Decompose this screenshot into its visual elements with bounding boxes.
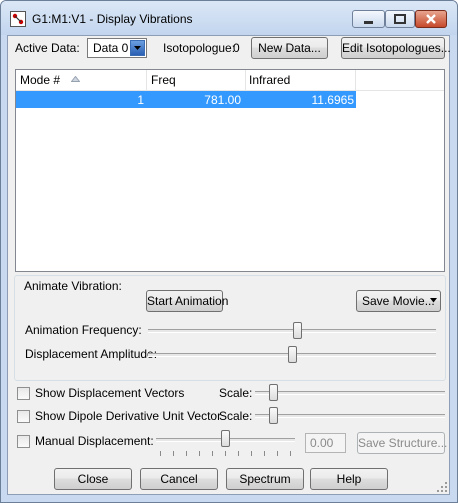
dropdown-arrow-icon xyxy=(430,298,437,303)
show-displacement-vectors-checkbox[interactable] xyxy=(17,387,30,400)
slider-tick xyxy=(160,451,161,456)
window-title: G1:M1:V1 - Display Vibrations xyxy=(32,12,193,26)
show-dipole-vector-label[interactable]: Show Dipole Derivative Unit Vector xyxy=(35,409,221,423)
maximize-icon xyxy=(394,14,406,24)
chevron-down-icon[interactable] xyxy=(130,40,145,56)
cancel-button[interactable]: Cancel xyxy=(140,468,218,490)
animation-frequency-label: Animation Frequency: xyxy=(25,323,142,337)
column-header-mode[interactable]: Mode # xyxy=(20,73,60,87)
app-icon xyxy=(10,11,26,27)
help-button[interactable]: Help xyxy=(310,468,388,490)
edit-isotopologues-button[interactable]: Edit Isotopologues... xyxy=(341,37,451,59)
active-data-select[interactable]: Data 0 xyxy=(87,38,147,58)
slider-tick xyxy=(264,451,265,456)
slider-tick xyxy=(277,451,278,456)
new-data-button[interactable]: New Data... xyxy=(251,37,328,59)
resize-grip-icon[interactable] xyxy=(437,482,447,492)
close-button[interactable]: Close xyxy=(54,468,132,490)
isotopologue-value: 0 xyxy=(233,41,240,55)
active-data-value: Data 0 xyxy=(93,41,129,55)
active-data-label: Active Data: xyxy=(15,41,80,55)
slider-tick xyxy=(186,451,187,456)
column-header-freq[interactable]: Freq xyxy=(151,73,176,87)
cell-mode: 1 xyxy=(137,93,144,107)
slider-tick xyxy=(173,451,174,456)
dipole-scale-slider[interactable] xyxy=(269,407,279,424)
title-bar[interactable]: G1:M1:V1 - Display Vibrations xyxy=(1,1,457,35)
displacement-amplitude-slider[interactable] xyxy=(287,346,297,363)
slider-tick xyxy=(212,451,213,456)
slider-tick xyxy=(290,451,291,456)
dipole-scale-track[interactable] xyxy=(255,414,445,418)
table-header: Mode # Freq Infrared xyxy=(16,70,444,91)
slider-tick xyxy=(251,451,252,456)
vectors-scale-slider[interactable] xyxy=(269,384,279,401)
animate-vibration-group: Animate Vibration: Start Animation Save … xyxy=(14,275,446,381)
save-movie-label: Save Movie... xyxy=(362,294,435,308)
column-header-infrared[interactable]: Infrared xyxy=(249,73,290,87)
manual-displacement-ticks xyxy=(160,451,294,456)
isotopologue-label: Isotopologue: xyxy=(163,41,236,55)
manual-displacement-value[interactable]: 0.00 xyxy=(305,433,346,453)
show-displacement-vectors-label[interactable]: Show Displacement Vectors xyxy=(35,386,184,400)
slider-tick xyxy=(238,451,239,456)
minimize-icon xyxy=(364,21,373,24)
vectors-scale-track[interactable] xyxy=(255,391,445,395)
close-window-button[interactable] xyxy=(415,10,447,28)
manual-displacement-checkbox[interactable] xyxy=(17,435,30,448)
close-icon xyxy=(426,14,436,24)
minimize-button[interactable] xyxy=(352,10,385,28)
vibrations-table[interactable]: Mode # Freq Infrared 1 781.00 11.6965 xyxy=(15,69,445,272)
table-row[interactable]: 1 781.00 11.6965 xyxy=(16,91,356,108)
save-structure-button[interactable]: Save Structure... xyxy=(357,432,447,454)
maximize-button[interactable] xyxy=(385,10,415,28)
sort-ascending-icon xyxy=(71,76,80,82)
slider-tick xyxy=(225,451,226,456)
displacement-amplitude-label: Displacement Amplitude: xyxy=(25,347,158,361)
dialog-window: G1:M1:V1 - Display Vibrations Active Dat… xyxy=(0,0,458,503)
manual-displacement-slider[interactable] xyxy=(221,430,230,447)
save-movie-button[interactable]: Save Movie... xyxy=(356,290,441,312)
animate-vibration-label: Animate Vibration: xyxy=(24,279,122,293)
dipole-scale-label: Scale: xyxy=(219,409,253,423)
spectrum-button[interactable]: Spectrum xyxy=(226,468,304,490)
cell-freq: 781.00 xyxy=(204,93,241,107)
animation-frequency-track[interactable] xyxy=(148,329,436,333)
vectors-scale-label: Scale: xyxy=(219,386,253,400)
start-animation-button[interactable]: Start Animation xyxy=(146,290,228,312)
manual-displacement-label[interactable]: Manual Displacement: xyxy=(35,434,154,448)
dialog-client-area: Active Data: Data 0 Isotopologue: 0 New … xyxy=(7,35,451,495)
animation-frequency-slider[interactable] xyxy=(293,322,303,339)
slider-tick xyxy=(199,451,200,456)
cell-infrared: 11.6965 xyxy=(311,93,355,107)
show-dipole-vector-checkbox[interactable] xyxy=(17,410,30,423)
